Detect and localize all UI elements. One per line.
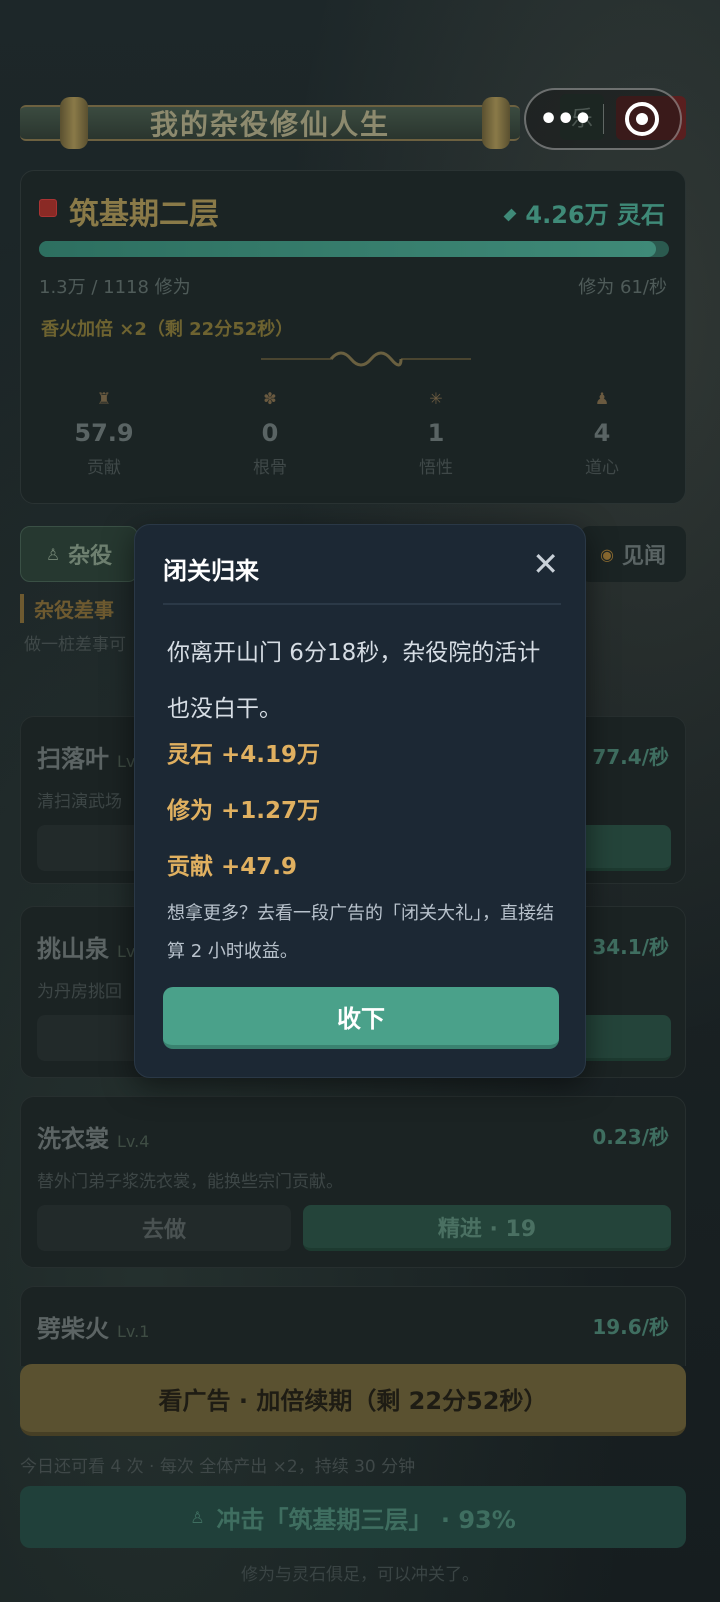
ad-note: 今日还可看 4 次 · 每次 全体产出 ×2，持续 30 分钟 <box>20 1457 416 1477</box>
stat-label: 根骨 <box>253 458 287 478</box>
close-program-button[interactable] <box>604 102 680 136</box>
tab-chores[interactable]: ♙ 杂役 <box>20 526 138 582</box>
spirit-stones: 4.26万 灵石 <box>503 195 665 230</box>
cultivation-xp: 1.3万 / 1118 修为 <box>39 277 191 298</box>
stat-label: 道心 <box>585 458 619 478</box>
dialog-hint: 想拿更多？去看一段广告的「闭关大礼」，直接结算 2 小时收益。 <box>167 903 554 962</box>
breakthrough-note: 修为与灵石俱足，可以冲关了。 <box>241 1565 479 1585</box>
incense-bonus: 香火加倍 ×2（剩 22分52秒） <box>41 319 294 340</box>
chore-name: 洗衣裳 Lv.4 <box>37 1119 149 1154</box>
chore-name: 挑山泉 Lv. <box>37 929 139 964</box>
bone-icon: ✽ <box>263 389 277 408</box>
chore-name: 扫落叶 Lv. <box>37 739 139 774</box>
seal-icon <box>39 199 57 217</box>
dialog-divider <box>163 603 561 605</box>
page-title: 我的杂役修仙人生 <box>149 108 390 141</box>
gourd-icon: ◉ <box>600 544 614 564</box>
cloud-divider-icon <box>261 351 471 367</box>
breakthrough-label: 冲击「筑基期三层」 · 93% <box>216 1505 516 1534</box>
scroll-icon: ♜ <box>96 389 112 408</box>
chore-name-text: 洗衣裳 <box>37 1125 109 1153</box>
stat-value: 1 <box>427 419 445 447</box>
dialog-message: 你离开山门 6分18秒，杂役院的活计也没白干。 <box>167 640 541 722</box>
realm-title: 筑基期二层 <box>69 197 219 232</box>
stat-value: 0 <box>261 419 279 447</box>
chore-rate: 77.4/秒 <box>592 745 669 769</box>
close-icon[interactable]: ✕ <box>532 545 559 583</box>
offline-reward-dialog: 闭关归来 ✕ 你离开山门 6分18秒，杂役院的活计也没白干。 灵石 +4.19万… <box>134 524 586 1078</box>
attribute-stats: ♜ 57.9 贡献 ✽ 0 根骨 ✳ 1 悟性 ♟ 4 道心 <box>21 389 685 478</box>
heart-icon: ♟ <box>594 389 610 408</box>
chore-name: 劈柴火 Lv.1 <box>37 1309 149 1344</box>
chore-name-text: 劈柴火 <box>37 1315 109 1343</box>
reward-contribution: 贡献 +47.9 <box>167 854 298 880</box>
stat-contribution: ♜ 57.9 贡献 <box>21 389 187 478</box>
cultivation-rate: 修为 61/秒 <box>578 277 667 298</box>
chore-card: 劈柴火 Lv.1 19.6/秒 <box>20 1286 686 1366</box>
chore-rate: 0.23/秒 <box>592 1125 669 1149</box>
chore-rate: 19.6/秒 <box>592 1315 669 1339</box>
watch-ad-extend-button[interactable]: 看广告 · 加倍续期（剩 22分52秒） <box>20 1364 686 1436</box>
do-chore-button[interactable]: 去做 <box>37 1205 291 1251</box>
stat-dao-heart: ♟ 4 道心 <box>519 389 685 478</box>
chore-description: 清扫演武场 <box>37 792 122 812</box>
status-card: 筑基期二层 4.26万 灵石 1.3万 / 1118 修为 修为 61/秒 香火… <box>20 170 686 504</box>
spirit-stones-value: 4.26万 灵石 <box>525 201 665 229</box>
more-menu-button[interactable]: ••• <box>526 102 603 137</box>
stat-value: 57.9 <box>74 419 134 447</box>
mini-program-capsule: ••• <box>524 88 682 150</box>
tab-insights[interactable]: ◉ 见闻 <box>580 526 686 582</box>
cultivation-progress-bar <box>39 241 669 257</box>
target-icon <box>625 102 660 136</box>
title-banner: 我的杂役修仙人生 <box>20 95 520 151</box>
stat-insight: ✳ 1 悟性 <box>353 389 519 478</box>
stat-label: 贡献 <box>87 458 121 478</box>
stat-bone: ✽ 0 根骨 <box>187 389 353 478</box>
stat-label: 悟性 <box>419 458 453 478</box>
chore-level: Lv.1 <box>117 1322 150 1341</box>
scroll-roll-right <box>482 97 510 149</box>
reward-spirit-stones: 灵石 +4.19万 <box>167 742 321 768</box>
breakthrough-icon: ♙ <box>190 1507 205 1527</box>
gem-icon <box>503 208 517 222</box>
chore-description: 为丹房挑回 <box>37 982 122 1002</box>
chore-description: 替外门弟子浆洗衣裳，能换些宗门贡献。 <box>37 1172 343 1192</box>
tab-label: 见闻 <box>621 544 666 569</box>
chore-rate: 34.1/秒 <box>592 935 669 959</box>
upgrade-chore-button[interactable]: 精进 · 19 <box>303 1205 671 1251</box>
stat-value: 4 <box>593 419 611 447</box>
dialog-title: 闭关归来 <box>163 557 259 585</box>
tab-label: 杂役 <box>68 544 113 569</box>
scroll-roll-left <box>60 97 88 149</box>
chore-level: Lv.4 <box>117 1132 150 1151</box>
breakthrough-button[interactable]: ♙ 冲击「筑基期三层」 · 93% <box>20 1486 686 1548</box>
chore-card: 洗衣裳 Lv.4 0.23/秒 替外门弟子浆洗衣裳，能换些宗门贡献。 去做 精进 … <box>20 1096 686 1268</box>
broom-icon: ♙ <box>45 544 61 564</box>
accept-button[interactable]: 收下 <box>163 987 559 1049</box>
section-title: 杂役差事 <box>20 594 114 623</box>
chore-name-text: 挑山泉 <box>37 935 109 963</box>
spark-icon: ✳ <box>429 389 443 408</box>
chore-name-text: 扫落叶 <box>37 745 109 773</box>
progress-fill <box>39 241 657 257</box>
reward-cultivation: 修为 +1.27万 <box>167 798 321 824</box>
